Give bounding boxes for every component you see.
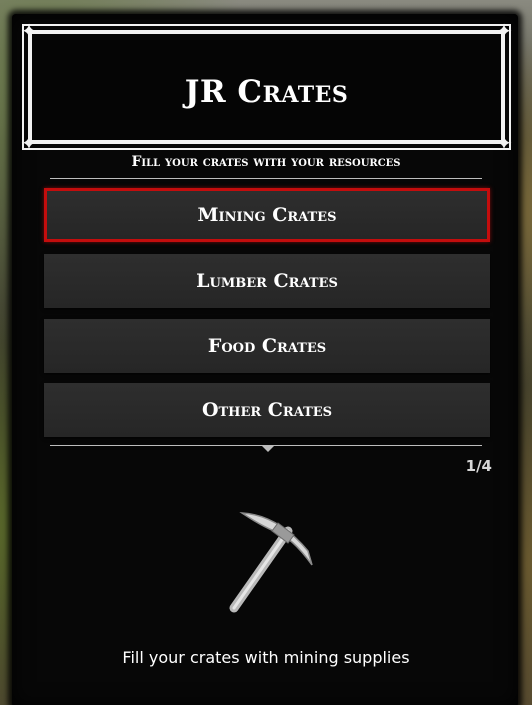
ornament-corner-icon: ✦ (20, 19, 38, 43)
menu-item-food-crates[interactable]: Food Crates (44, 319, 490, 373)
ornament-corner-icon: ✦ (495, 19, 513, 43)
ornament-corner-icon: ✦ (20, 131, 38, 155)
menu-item-mining-crates[interactable]: Mining Crates (44, 188, 490, 242)
menu-header: ✦ ✦ ✦ ✦ JR Crates (21, 20, 513, 154)
menu-title: JR Crates (184, 74, 349, 110)
menu-item-lumber-crates[interactable]: Lumber Crates (44, 254, 490, 308)
menu-item-label: Other Crates (201, 399, 333, 421)
menu-item-label: Lumber Crates (196, 270, 338, 292)
menu-item-label: Food Crates (207, 335, 327, 357)
game-background: ✦ ✦ ✦ ✦ JR Crates Fill your crates with … (0, 0, 532, 705)
scroll-indicator-icon (262, 446, 274, 452)
crate-description: Fill your crates with mining supplies (122, 648, 410, 667)
divider (50, 178, 482, 179)
ornament-corner-icon: ✦ (495, 131, 513, 155)
page-counter: 1/4 (465, 457, 492, 475)
menu-item-label: Mining Crates (197, 204, 337, 226)
pickaxe-icon (229, 512, 313, 613)
menu-subtitle: Fill your crates with your resources (131, 154, 401, 170)
menu-item-other-crates[interactable]: Other Crates (44, 383, 490, 437)
